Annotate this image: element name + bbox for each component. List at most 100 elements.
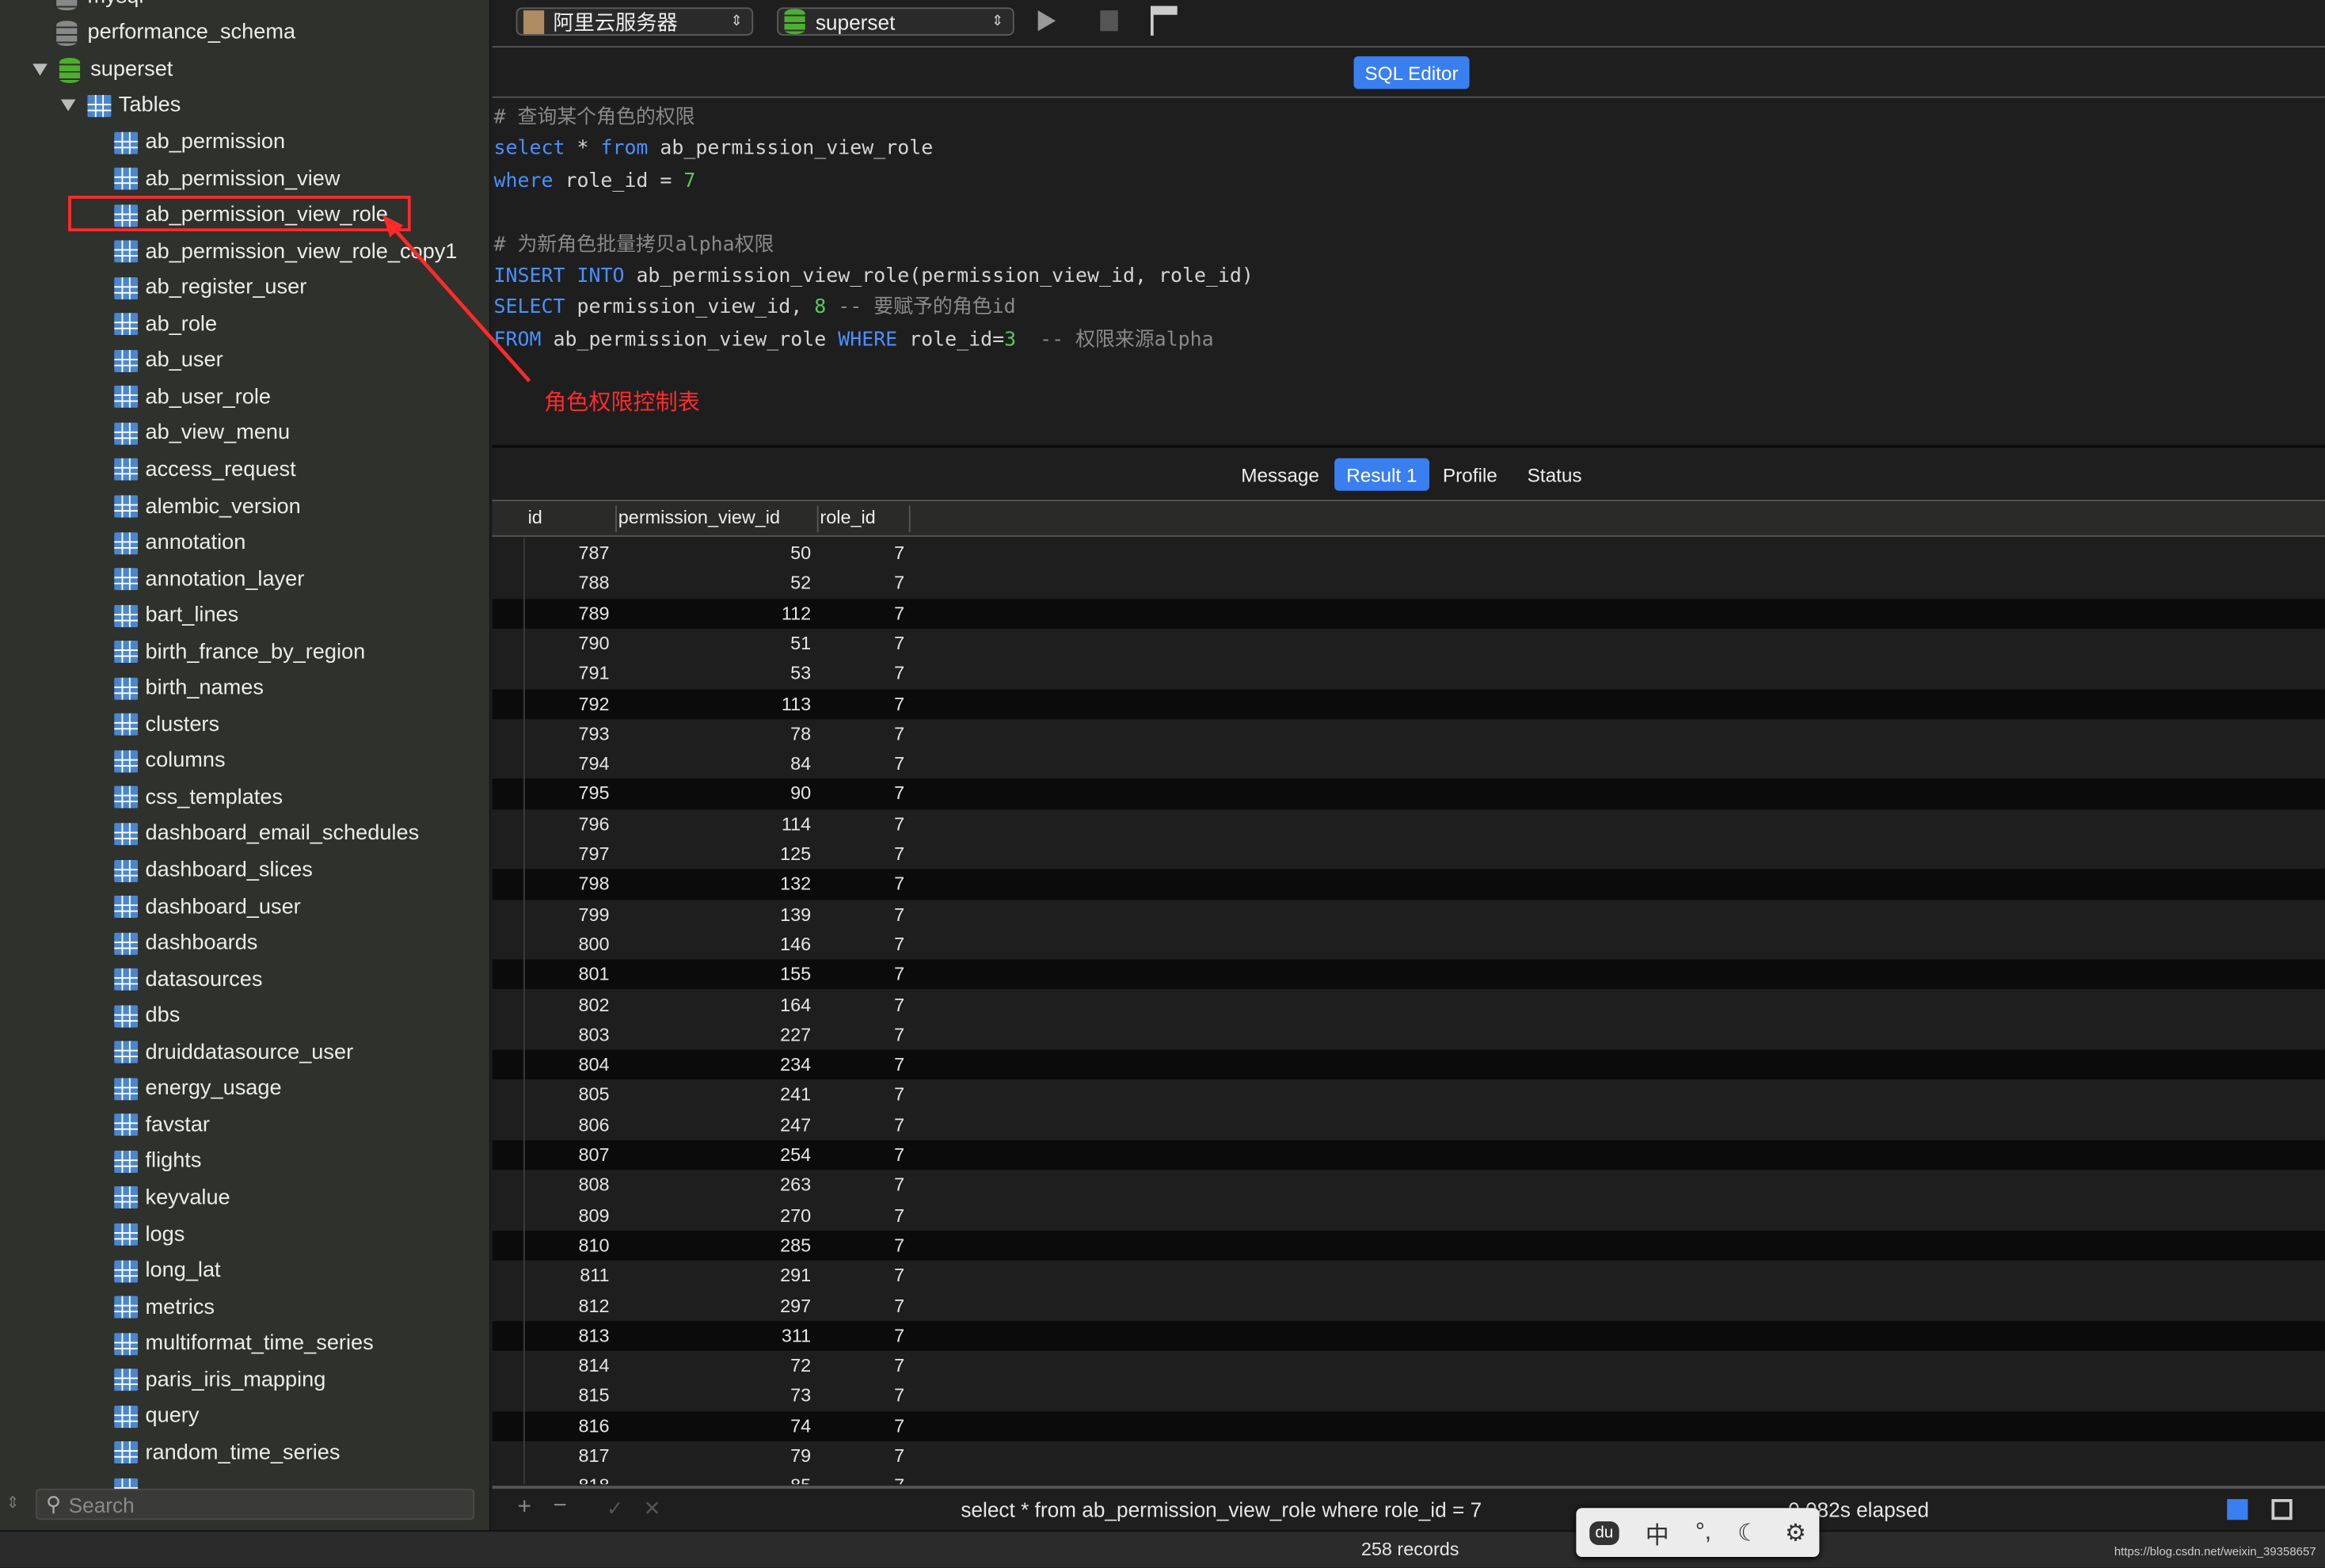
table-row[interactable]: 794 84 7 [493, 749, 2325, 779]
sidebar-table-item[interactable]: long_lat [114, 1253, 221, 1288]
table-row[interactable]: 791 53 7 [493, 659, 2325, 689]
sidebar-table-item[interactable]: datasources [114, 962, 262, 998]
sidebar-table-item[interactable]: query [114, 1399, 199, 1434]
table-row[interactable]: 793 78 7 [493, 719, 2325, 749]
table-row[interactable]: 795 90 7 [492, 778, 2325, 809]
sidebar-table-item[interactable]: columns [114, 744, 226, 779]
ime-moon-icon[interactable]: ☾ [1737, 1517, 1759, 1547]
tab-profile[interactable]: Profile [1431, 459, 1509, 491]
sidebar-table-item[interactable]: multiformat_time_series [114, 1326, 374, 1361]
table-row[interactable]: 817 79 7 [493, 1441, 2325, 1471]
ime-punctuation-icon[interactable]: °, [1695, 1519, 1711, 1546]
sidebar-database-performance_schema[interactable]: performance_schema [56, 15, 295, 51]
sidebar-table-item[interactable]: ab_role [114, 306, 217, 342]
sidebar-table-item[interactable]: random_time_series [114, 1435, 340, 1471]
table-row[interactable]: 797 125 7 [493, 839, 2325, 870]
form-view-icon[interactable] [2271, 1498, 2293, 1520]
apply-icon[interactable]: ✓ [607, 1496, 624, 1521]
sidebar-table-item[interactable]: ab_view_menu [114, 416, 290, 451]
sidebar-table-item[interactable]: dbs [114, 998, 180, 1033]
table-row[interactable]: 808 263 7 [493, 1170, 2325, 1201]
tab-message[interactable]: Message [1229, 459, 1331, 491]
sidebar-table-item[interactable]: clusters [114, 707, 219, 743]
connection-select[interactable]: 阿里云服务器 ⇕ [516, 7, 754, 36]
sidebar-tables-group[interactable]: Tables [60, 87, 181, 123]
sidebar-table-item[interactable]: logs [114, 1216, 185, 1252]
tab-result-1[interactable]: Result 1 [1334, 458, 1429, 491]
sidebar-table-item[interactable]: dashboard_user [114, 889, 301, 925]
sidebar-table-item[interactable]: dashboard_email_schedules [114, 816, 419, 852]
column-header-id[interactable]: id [528, 507, 542, 527]
sidebar-table-item[interactable]: css_templates [114, 780, 283, 816]
sidebar-table-item[interactable]: annotation_layer [114, 561, 304, 597]
table-row[interactable]: 792 113 7 [492, 688, 2325, 719]
sidebar-table-item[interactable]: dashboards [114, 926, 257, 961]
table-row[interactable]: 809 270 7 [493, 1201, 2325, 1231]
table-row[interactable]: 818 85 7 [493, 1471, 2325, 1485]
sidebar-table-item[interactable]: access_request [114, 452, 296, 488]
table-row[interactable]: 803 227 7 [493, 1020, 2325, 1050]
sidebar-table-item[interactable]: bart_lines [114, 598, 238, 634]
resize-handle[interactable]: ⇕ [6, 1494, 19, 1512]
tab-status[interactable]: Status [1516, 459, 1594, 491]
table-row[interactable]: 805 241 7 [493, 1080, 2325, 1110]
discard-icon[interactable]: ✕ [644, 1496, 661, 1521]
play-icon[interactable] [1037, 10, 1056, 32]
table-row[interactable]: 815 73 7 [493, 1381, 2325, 1411]
table-row[interactable]: 813 311 7 [492, 1320, 2325, 1351]
sidebar-table-item[interactable]: annotation [114, 525, 245, 561]
table-row[interactable]: 807 254 7 [492, 1140, 2325, 1170]
tree-icon[interactable] [1150, 6, 1178, 36]
table-row[interactable]: 788 52 7 [493, 569, 2325, 599]
table-row[interactable]: 790 51 7 [493, 629, 2325, 659]
add-row-icon[interactable]: + [517, 1494, 531, 1521]
sidebar-table-item[interactable]: flights [114, 1144, 201, 1179]
ime-chinese-icon[interactable]: 中 [1646, 1515, 1669, 1551]
database-select[interactable]: superset ⇕ [777, 7, 1014, 36]
search-input[interactable]: ⚲ Search [35, 1488, 475, 1520]
table-row[interactable]: 799 139 7 [493, 900, 2325, 930]
table-row[interactable]: 806 247 7 [493, 1110, 2325, 1140]
table-row[interactable]: 801 155 7 [492, 959, 2325, 990]
sidebar-table-item[interactable]: ab_permission [114, 124, 285, 160]
sidebar-database-superset[interactable]: superset [32, 52, 173, 88]
sidebar-table-item[interactable]: druiddatasource_user [114, 1034, 353, 1070]
ime-logo-icon[interactable]: du [1589, 1520, 1619, 1545]
sidebar-table-item[interactable]: favstar [114, 1107, 210, 1143]
sidebar-table-item[interactable]: ab_user_role [114, 379, 271, 415]
table-row[interactable]: 789 112 7 [492, 598, 2325, 629]
table-row[interactable]: 811 291 7 [493, 1261, 2325, 1291]
table-row[interactable]: 814 72 7 [493, 1351, 2325, 1381]
disclosure-triangle-icon[interactable] [32, 63, 48, 76]
table-row[interactable]: 810 285 7 [492, 1230, 2325, 1261]
column-header-permission-view-id[interactable]: permission_view_id [618, 507, 780, 527]
sidebar-table-item[interactable]: birth_names [114, 671, 264, 706]
table-row[interactable]: 800 146 7 [493, 930, 2325, 960]
sql-editor-button[interactable]: SQL Editor [1353, 56, 1470, 89]
column-header-role-id[interactable]: role_id [820, 507, 875, 527]
table-row[interactable]: 804 234 7 [492, 1049, 2325, 1080]
table-row[interactable]: 802 164 7 [493, 990, 2325, 1020]
sidebar-table-item[interactable]: metrics [114, 1289, 215, 1325]
table-row[interactable]: 812 297 7 [493, 1291, 2325, 1321]
sidebar-table-item[interactable]: paris_iris_mapping [114, 1362, 325, 1398]
sidebar-table-item[interactable]: birth_france_by_region [114, 634, 365, 670]
sidebar-table-item[interactable]: ab_user [114, 343, 223, 379]
grid-view-icon[interactable] [2227, 1498, 2248, 1520]
ime-settings-icon[interactable]: ⚙ [1785, 1517, 1806, 1547]
disclosure-triangle-icon[interactable] [60, 99, 76, 112]
sidebar-table-item[interactable]: ab_permission_view [114, 161, 340, 196]
delete-row-icon[interactable]: − [553, 1494, 566, 1520]
sql-editor[interactable]: # 查询某个角色的权限 select * from ab_permission_v… [494, 102, 1254, 356]
sidebar-database-mysql[interactable]: mysql [56, 0, 143, 15]
sidebar-table-item[interactable]: dashboard_slices [114, 853, 313, 889]
table-row[interactable]: 796 114 7 [493, 809, 2325, 839]
table-row[interactable]: 787 50 7 [493, 539, 2325, 569]
sidebar-table-item[interactable]: energy_usage [114, 1071, 282, 1106]
sidebar-table-item[interactable]: ab_register_user [114, 270, 306, 306]
table-row[interactable]: 816 74 7 [492, 1410, 2325, 1441]
sidebar-table-item[interactable]: ab_permission_view_role_copy1 [114, 234, 457, 269]
stop-icon[interactable] [1100, 10, 1118, 32]
sidebar-table-item[interactable]: alembic_version [114, 489, 301, 524]
table-row[interactable]: 798 132 7 [492, 869, 2325, 900]
